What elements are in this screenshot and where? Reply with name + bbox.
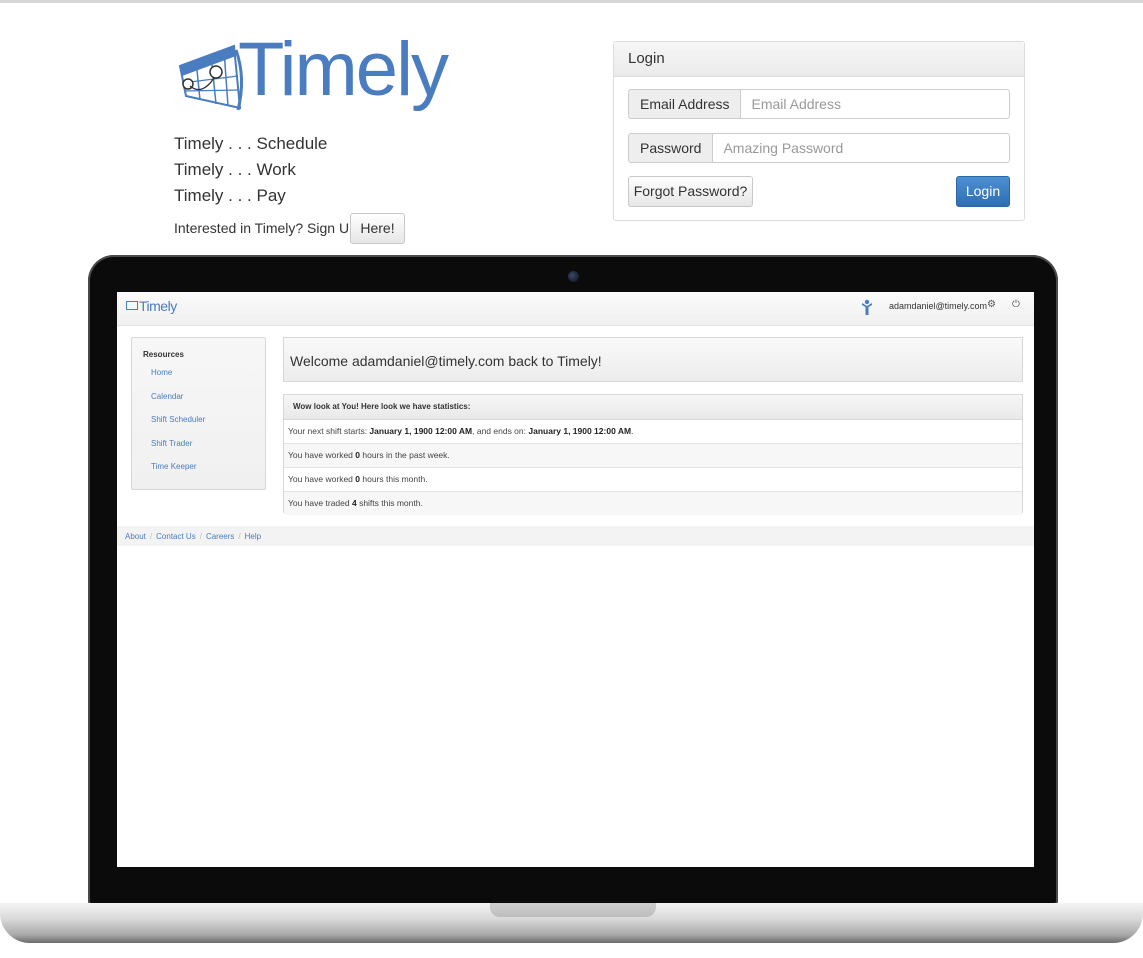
email-field[interactable]: Email Address bbox=[741, 89, 1010, 119]
email-label: Email Address bbox=[628, 89, 742, 119]
footer-link-contact[interactable]: Contact Us bbox=[156, 532, 196, 541]
password-label: Password bbox=[628, 133, 714, 163]
sidebar-item-home[interactable]: Home bbox=[151, 368, 172, 377]
email-input-group: Email Address Email Address bbox=[628, 89, 1010, 119]
sidebar-item-shift-trader[interactable]: Shift Trader bbox=[151, 439, 192, 448]
welcome-banner: Welcome adamdaniel@timely.com back to Ti… bbox=[283, 337, 1023, 382]
sidebar-item-calendar[interactable]: Calendar bbox=[151, 392, 183, 401]
password-field[interactable]: Amazing Password bbox=[713, 133, 1010, 163]
footer-link-help[interactable]: Help bbox=[245, 532, 261, 541]
signup-button[interactable]: Here! bbox=[350, 213, 405, 244]
laptop-notch bbox=[490, 903, 656, 917]
stat-next-shift: Your next shift starts: January 1, 1900 … bbox=[284, 420, 1022, 444]
top-divider bbox=[0, 0, 1143, 3]
footer-breadcrumb: About / Contact Us / Careers / Help bbox=[125, 532, 262, 541]
login-button[interactable]: Login bbox=[956, 176, 1010, 207]
stat-hours-month: You have worked 0 hours this month. bbox=[284, 468, 1022, 492]
resources-sidebar: Resources Home Calendar Shift Scheduler … bbox=[131, 337, 266, 490]
sidebar-title: Resources bbox=[143, 350, 184, 359]
welcome-text: Welcome adamdaniel@timely.com back to Ti… bbox=[290, 353, 602, 369]
footer-link-careers[interactable]: Careers bbox=[206, 532, 234, 541]
login-title: Login bbox=[614, 42, 1024, 77]
logo-wordmark: Timely bbox=[238, 27, 449, 112]
app-logo[interactable]: Timely bbox=[126, 298, 177, 314]
power-icon[interactable]: ⏻ bbox=[1012, 299, 1020, 310]
statistics-heading: Wow look at You! Here look we have stati… bbox=[284, 395, 1022, 420]
app-logo-text: Timely bbox=[139, 298, 177, 314]
password-input-group: Password Amazing Password bbox=[628, 133, 1010, 163]
person-icon bbox=[862, 299, 872, 315]
forgot-password-button[interactable]: Forgot Password? bbox=[628, 176, 753, 207]
stat-shifts-traded: You have traded 4 shifts this month. bbox=[284, 492, 1022, 515]
tagline-schedule: Timely . . . Schedule bbox=[174, 134, 328, 153]
sidebar-item-time-keeper[interactable]: Time Keeper bbox=[151, 462, 197, 471]
timely-logo: Timely bbox=[176, 32, 451, 130]
signup-prompt: Interested in Timely? Sign Up! bbox=[174, 220, 361, 236]
webcam-icon bbox=[568, 271, 579, 282]
sidebar-item-shift-scheduler[interactable]: Shift Scheduler bbox=[151, 415, 205, 424]
user-email-menu[interactable]: adamdaniel@timely.com bbox=[889, 301, 987, 311]
calendar-icon bbox=[126, 301, 138, 310]
footer-link-about[interactable]: About bbox=[125, 532, 146, 541]
laptop-screen: Timely adamdaniel@timely.com ⚙ ⏻ Resourc… bbox=[117, 292, 1034, 867]
stat-hours-week: You have worked 0 hours in the past week… bbox=[284, 444, 1022, 468]
tagline-pay: Timely . . . Pay bbox=[174, 186, 286, 205]
app-navbar: Timely adamdaniel@timely.com ⚙ ⏻ bbox=[117, 292, 1034, 326]
login-panel: Login Email Address Email Address Passwo… bbox=[613, 41, 1025, 221]
tagline-work: Timely . . . Work bbox=[174, 160, 296, 179]
app-footer: About / Contact Us / Careers / Help bbox=[117, 526, 1034, 546]
statistics-list: Your next shift starts: January 1, 1900 … bbox=[284, 420, 1022, 515]
statistics-panel: Wow look at You! Here look we have stati… bbox=[283, 394, 1023, 515]
gear-icon[interactable]: ⚙ bbox=[987, 299, 996, 310]
